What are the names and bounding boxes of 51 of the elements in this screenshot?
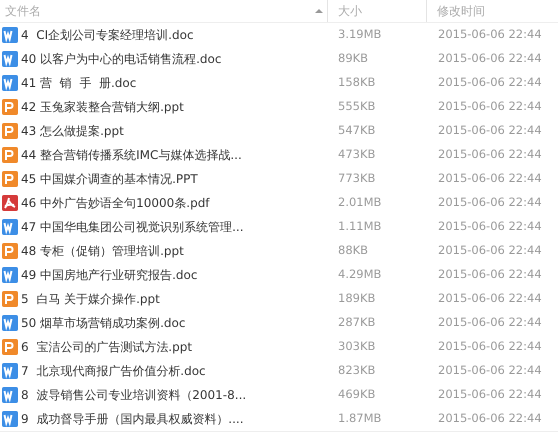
file-name[interactable]: 49 中国房地产行业研究报告.doc [21,266,198,284]
file-size: 469KB [337,386,376,404]
modified-time: 2015-06-06 22:44 [437,122,543,140]
file-size: 88KB [337,242,370,260]
file-size: 3.19MB [337,26,382,44]
file-size: 189KB [337,290,376,308]
modified-time: 2015-06-06 22:44 [437,290,543,308]
file-name[interactable]: 45 中国媒介调查的基本情况.PPT [21,170,198,188]
file-size: 2.01MB [337,194,382,212]
file-size: 473KB [337,146,376,164]
file-name[interactable]: 8 波导销售公司专业培训资料（2001-8... [21,386,246,404]
file-size: 547KB [337,122,376,140]
file-size: 773KB [337,170,376,188]
file-name[interactable]: 5 白马 关于媒介操作.ppt [21,290,160,308]
file-name[interactable]: 6 宝洁公司的广告测试方法.ppt [21,338,192,356]
file-name[interactable]: 46 中外广告妙语全句10000条.pdf [21,194,210,212]
modified-time: 2015-06-06 22:44 [437,218,543,236]
file-size: 1.11MB [337,218,382,236]
modified-time: 2015-06-06 22:44 [437,386,543,404]
modified-time: 2015-06-06 22:44 [437,266,543,284]
file-name[interactable]: 44 整合营销传播系统IMC与媒体选择战... [21,146,242,164]
file-size: 555KB [337,98,376,116]
modified-time: 2015-06-06 22:44 [437,338,543,356]
modified-time: 2015-06-06 22:44 [437,50,543,68]
modified-time: 2015-06-06 22:44 [437,242,543,260]
file-size: 158KB [337,74,376,92]
modified-time: 2015-06-06 22:44 [437,194,543,212]
file-name[interactable]: 43 怎么做提案.ppt [21,122,124,140]
file-name[interactable]: 48 专柜（促销）管理培训.ppt [21,242,184,260]
modified-time: 2015-06-06 22:44 [437,362,543,380]
modified-time: 2015-06-06 22:44 [437,146,543,164]
file-name[interactable]: 4 CI企划公司专案经理培训.doc [21,26,194,44]
file-size: 287KB [337,314,376,332]
modified-time: 2015-06-06 22:44 [437,26,543,44]
file-name[interactable]: 50 烟草市场营销成功案例.doc [21,314,186,332]
file-name[interactable]: 40 以客户为中心的电话销售流程.doc [21,50,222,68]
modified-time: 2015-06-06 22:44 [437,98,543,116]
modified-time: 2015-06-06 22:44 [437,410,543,428]
file-size: 1.87MB [337,410,382,428]
file-size: 89KB [337,50,370,68]
file-size: 823KB [337,362,376,380]
modified-time: 2015-06-06 22:44 [437,74,543,92]
file-size: 4.29MB [337,266,382,284]
modified-time: 2015-06-06 22:44 [437,170,543,188]
file-name[interactable]: 42 玉兔家装整合营销大纲.ppt [21,98,184,116]
file-name[interactable]: 9 成功督导手册（国内最具权威资料）.... [21,410,244,428]
modified-time: 2015-06-06 22:44 [437,314,543,332]
file-size: 303KB [337,338,376,356]
file-name[interactable]: 41 营 销 手 册.doc [21,74,136,92]
file-name[interactable]: 47 中国华电集团公司视觉识别系统管理... [21,218,244,236]
file-name[interactable]: 7 北京现代商报广告价值分析.doc [21,362,206,380]
